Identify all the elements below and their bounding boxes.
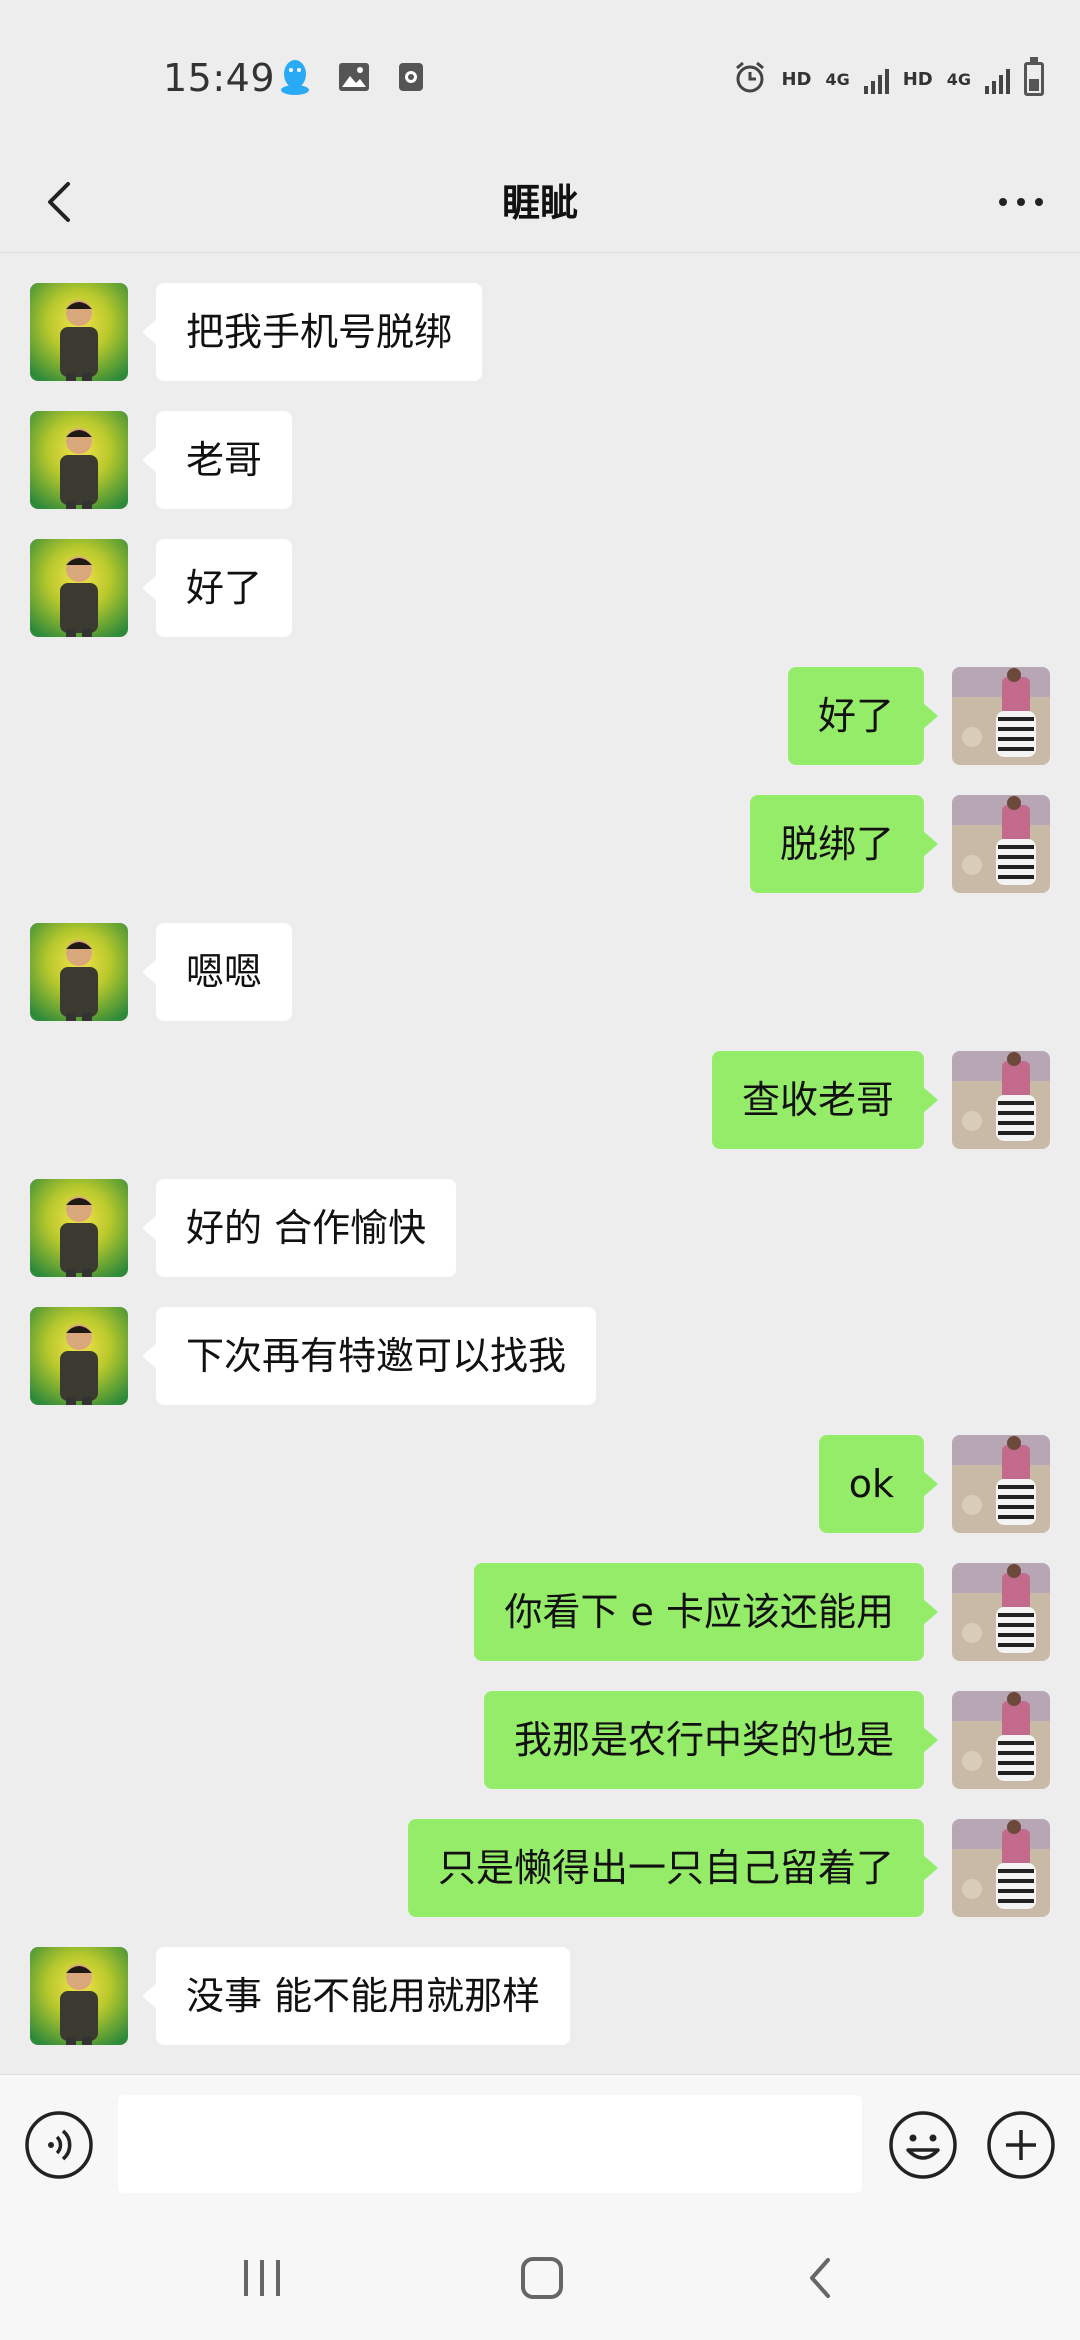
message-bubble[interactable]: 我那是农行中奖的也是 (483, 1691, 939, 1789)
received-message: 把我手机号脱绑 (0, 283, 1080, 381)
message-bubble[interactable]: 只是懒得出一只自己留着了 (407, 1819, 939, 1917)
my-avatar[interactable] (952, 795, 1050, 893)
chat-header: 睚眦 (0, 150, 1080, 253)
message-bubble[interactable]: 好的 合作愉快 (141, 1179, 457, 1277)
message-bubble[interactable]: 查收老哥 (711, 1051, 939, 1149)
sent-message: 好了 (0, 667, 1080, 765)
message-bubble[interactable]: 嗯嗯 (141, 923, 293, 1021)
message-bubble[interactable]: 好了 (787, 667, 939, 765)
network-type: 4G (825, 69, 850, 89)
received-message: 好了 (0, 539, 1080, 637)
received-message: 没事 能不能用就那样 (0, 1947, 1080, 2045)
sent-message: 查收老哥 (0, 1051, 1080, 1149)
voice-icon (25, 2111, 93, 2179)
signal-icon (863, 64, 889, 94)
emoji-icon (889, 2111, 957, 2179)
emoji-button[interactable] (888, 2110, 958, 2180)
received-message: 老哥 (0, 411, 1080, 509)
sent-message: 脱绑了 (0, 795, 1080, 893)
contact-avatar[interactable] (30, 283, 128, 381)
more-dots-icon (999, 198, 1043, 206)
message-bubble[interactable]: ok (818, 1435, 939, 1533)
hd-indicator-2: HD (902, 68, 933, 90)
signal-icon-2 (985, 64, 1010, 94)
message-bubble[interactable]: 老哥 (141, 411, 293, 509)
message-bubble[interactable]: 你看下 e 卡应该还能用 (474, 1563, 938, 1661)
plus-icon (987, 2111, 1055, 2179)
my-avatar[interactable] (952, 1691, 1050, 1789)
contact-avatar[interactable] (30, 1179, 128, 1277)
my-avatar[interactable] (952, 1435, 1050, 1533)
contact-avatar[interactable] (30, 1307, 128, 1405)
contact-avatar[interactable] (30, 1947, 128, 2045)
received-message: 嗯嗯 (0, 923, 1080, 1021)
sent-message: 你看下 e 卡应该还能用 (0, 1563, 1080, 1661)
home-button[interactable] (512, 2256, 572, 2300)
hd-indicator: HD (781, 68, 812, 90)
status-bar: 15:49 HD 4G HD 4G (0, 0, 1080, 150)
camera-app-icon (398, 62, 424, 96)
home-icon (521, 2257, 563, 2299)
network-type-2: 4G (946, 69, 971, 89)
message-bubble[interactable]: 把我手机号脱绑 (141, 283, 483, 381)
system-nav-bar (0, 2214, 1080, 2340)
my-avatar[interactable] (952, 667, 1050, 765)
battery-icon (1024, 57, 1044, 96)
voice-button[interactable] (24, 2110, 94, 2180)
gallery-icon (338, 62, 370, 96)
recent-apps-icon (244, 2260, 280, 2296)
status-time: 15:49 (163, 56, 276, 100)
sent-message: 只是懒得出一只自己留着了 (0, 1819, 1080, 1917)
message-bubble[interactable]: 好了 (141, 539, 293, 637)
recent-apps-button[interactable] (232, 2256, 292, 2300)
sent-message: 我那是农行中奖的也是 (0, 1691, 1080, 1789)
message-bubble[interactable]: 没事 能不能用就那样 (141, 1947, 571, 2045)
chat-title: 睚眦 (501, 181, 578, 225)
message-input[interactable] (118, 2095, 862, 2193)
contact-avatar[interactable] (30, 539, 128, 637)
sent-message: ok (0, 1435, 1080, 1533)
back-icon (810, 2258, 830, 2298)
received-message: 好的 合作愉快 (0, 1179, 1080, 1277)
my-avatar[interactable] (952, 1563, 1050, 1661)
contact-avatar[interactable] (30, 411, 128, 509)
more-options-button[interactable] (986, 172, 1056, 232)
contact-avatar[interactable] (30, 923, 128, 1021)
message-list[interactable]: 把我手机号脱绑 老哥 好了 好了 脱绑了 嗯嗯 查收老哥 好的 合作愉快 下次再有特邀可以找我 o… (0, 253, 1080, 2073)
message-bubble[interactable]: 下次再有特邀可以找我 (141, 1307, 597, 1405)
input-bar (0, 2074, 1080, 2215)
more-functions-button[interactable] (986, 2110, 1056, 2180)
alarm-icon (733, 60, 767, 98)
nav-back-button[interactable] (796, 2254, 846, 2302)
received-message: 下次再有特邀可以找我 (0, 1307, 1080, 1405)
qq-penguin-icon (280, 58, 310, 100)
my-avatar[interactable] (952, 1819, 1050, 1917)
my-avatar[interactable] (952, 1051, 1050, 1149)
message-bubble[interactable]: 脱绑了 (749, 795, 939, 893)
